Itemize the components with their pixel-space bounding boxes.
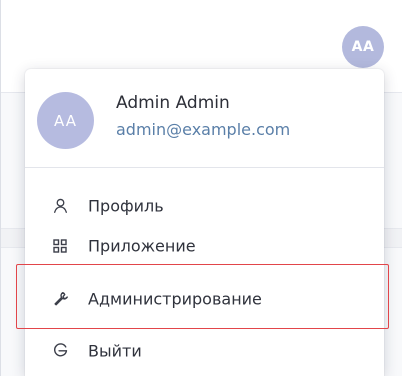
menu-item-profile-label: Профиль bbox=[88, 196, 164, 215]
user-email: admin@example.com bbox=[116, 120, 291, 139]
user-avatar: AA bbox=[37, 92, 94, 149]
user-info-header: AA Admin Admin admin@example.com bbox=[25, 69, 384, 167]
menu-item-administration[interactable]: Администрирование bbox=[25, 273, 384, 324]
menu-item-application-label: Приложение bbox=[88, 236, 196, 255]
wrench-icon bbox=[52, 291, 68, 307]
logout-icon bbox=[52, 343, 68, 359]
menu-item-application[interactable]: Приложение bbox=[25, 220, 384, 271]
menu-item-logout[interactable]: Выйти bbox=[25, 325, 384, 376]
user-avatar-initials: AA bbox=[54, 111, 77, 130]
grid-icon bbox=[52, 238, 68, 254]
menu-divider bbox=[25, 167, 384, 168]
menu-item-logout-label: Выйти bbox=[88, 341, 142, 360]
user-name: Admin Admin bbox=[116, 93, 230, 113]
topbar-avatar-initials: AA bbox=[351, 39, 375, 55]
user-icon bbox=[52, 198, 68, 214]
topbar-avatar-button[interactable]: AA bbox=[342, 26, 384, 68]
menu-item-administration-label: Администрирование bbox=[88, 289, 262, 308]
user-dropdown-menu: AA Admin Admin admin@example.com Профиль… bbox=[25, 69, 384, 376]
